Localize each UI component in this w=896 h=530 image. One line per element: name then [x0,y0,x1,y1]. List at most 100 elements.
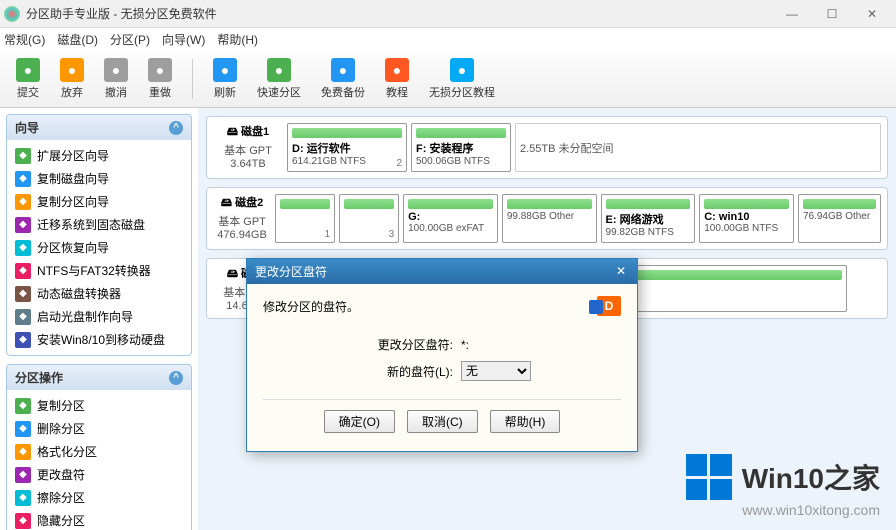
dialog-title-text: 更改分区盘符 [255,263,327,280]
new-letter-select[interactable]: 无 [461,361,531,381]
item-label: 复制磁盘向导 [37,170,109,187]
app-icon [4,6,20,22]
current-letter-row: 更改分区盘符: *: [353,336,621,353]
disk-info: 🖴 磁盘2基本 GPT476.94GB [213,194,271,243]
current-letter-label: 更改分区盘符: [353,336,453,353]
menubar: 常规(G) 磁盘(D) 分区(P) 向导(W) 帮助(H) [0,28,896,50]
panel-item[interactable]: ◆ 复制分区 [11,394,187,417]
item-label: 复制分区向导 [37,193,109,210]
disk-row[interactable]: 🖴 磁盘2基本 GPT476.94GB 1 3 G: 100.00GB exFA… [206,187,888,250]
item-icon: ◆ [15,148,31,164]
menu-partition[interactable]: 分区(P) [110,31,150,48]
dialog-titlebar: 更改分区盘符 ✕ [247,259,637,284]
new-letter-row: 新的盘符(L): 无 [353,361,621,381]
dialog-body: 修改分区的盘符。 D 更改分区盘符: *: 新的盘符(L): 无 确定(O) 取… [247,284,637,451]
item-icon: ◆ [15,398,31,414]
toolbar-撤消[interactable]: ●撤消 [98,56,134,102]
panel-item[interactable]: ◆安装Win8/10到移动硬盘 [11,328,187,351]
ops-items: ◆复制分区◆删除分区◆格式化分区◆更改盘符◆擦除分区◆隐藏分区◆检查分区◆属性 [7,390,191,530]
wizard-items: ◆扩展分区向导◆复制磁盘向导◆复制分区向导◆迁移系统到固态磁盘◆分区恢复向导◆N… [7,140,191,355]
menu-help[interactable]: 帮助(H) [217,31,258,48]
maximize-button[interactable]: ☐ [812,1,852,27]
ok-button[interactable]: 确定(O) [324,410,395,433]
current-letter-value: *: [461,338,469,352]
item-label: 隐藏分区 [37,512,85,529]
panel-item[interactable]: ◆ 隐藏分区 [11,509,187,530]
unallocated[interactable]: 2.55TB 未分配空间 [515,123,881,172]
panel-item[interactable]: ◆ 迁移系统到固态磁盘 [11,213,187,236]
ops-panel-title: 分区操作 [15,369,63,386]
item-icon: ◆ [15,240,31,256]
panel-item[interactable]: ◆启动光盘制作向导 [11,305,187,328]
item-icon: ◆ [15,286,31,302]
panel-item[interactable]: ◆复制磁盘向导 [11,167,187,190]
panel-item[interactable]: ◆ 擦除分区 [11,486,187,509]
item-icon: ◆ [15,263,31,279]
panel-item[interactable]: ◆分区恢复向导 [11,236,187,259]
wizard-panel-header[interactable]: 向导 ^ [7,115,191,140]
item-label: 格式化分区 [37,443,97,460]
item-icon: ◆ [15,490,31,506]
panel-item[interactable]: ◆ 扩展分区向导 [11,144,187,167]
item-label: 扩展分区向导 [37,147,109,164]
panel-item[interactable]: ◆删除分区 [11,417,187,440]
minimize-button[interactable]: — [772,1,812,27]
panel-item[interactable]: ◆ 动态磁盘转换器 [11,282,187,305]
partition[interactable]: 76.94GB Other [798,194,881,243]
item-label: 删除分区 [37,420,85,437]
window-controls: — ☐ ✕ [772,1,892,27]
panel-item[interactable]: ◆更改盘符 [11,463,187,486]
ops-panel: 分区操作 ^ ◆复制分区◆删除分区◆格式化分区◆更改盘符◆擦除分区◆隐藏分区◆检… [6,364,192,530]
panel-item[interactable]: ◆格式化分区 [11,440,187,463]
partition[interactable]: D: 运行软件 614.21GB NTFS 2 [287,123,407,172]
help-button[interactable]: 帮助(H) [490,410,561,433]
toolbar-无损分区教程[interactable]: ●无损分区教程 [423,56,501,102]
item-icon: ◆ [15,217,31,233]
partition[interactable]: 3 [339,194,399,243]
dialog-form: 更改分区盘符: *: 新的盘符(L): 无 [353,336,621,381]
collapse-icon: ^ [169,371,183,385]
window-title: 分区助手专业版 - 无损分区免费软件 [26,5,772,22]
menu-general[interactable]: 常规(G) [4,31,45,48]
dialog-close-button[interactable]: ✕ [613,264,629,280]
toolbar-教程[interactable]: ●教程 [379,56,415,102]
partition[interactable]: G: 100.00GB exFAT [403,194,498,243]
item-label: NTFS与FAT32转换器 [37,262,151,279]
item-icon: ◆ [15,194,31,210]
watermark: Win10之家 www.win10xitong.com [686,454,880,518]
collapse-icon: ^ [169,121,183,135]
toolbar-重做[interactable]: ●重做 [142,56,178,102]
toolbar-刷新[interactable]: ●刷新 [207,56,243,102]
ops-panel-header[interactable]: 分区操作 ^ [7,365,191,390]
item-icon: ◆ [15,513,31,529]
toolbar-快速分区[interactable]: ●快速分区 [251,56,307,102]
partition[interactable]: 99.88GB Other [502,194,597,243]
disk-row[interactable]: 🖴 磁盘1基本 GPT3.64TB D: 运行软件 614.21GB NTFS … [206,116,888,179]
toolbar-免费备份[interactable]: ●免费备份 [315,56,371,102]
item-label: 启动光盘制作向导 [37,308,133,325]
close-button[interactable]: ✕ [852,1,892,27]
cancel-button[interactable]: 取消(C) [407,410,478,433]
toolbar-放弃[interactable]: ●放弃 [54,56,90,102]
panel-item[interactable]: ◆ NTFS与FAT32转换器 [11,259,187,282]
menu-disk[interactable]: 磁盘(D) [57,31,98,48]
item-label: 复制分区 [37,397,85,414]
toolbar-提交[interactable]: ●提交 [10,56,46,102]
partition[interactable]: C: win10 100.00GB NTFS [699,194,794,243]
dialog-description: 修改分区的盘符。 [263,298,359,315]
panel-item[interactable]: ◆ 复制分区向导 [11,190,187,213]
windows-logo-icon [686,454,732,500]
toolbar: ●提交●放弃●撤消●重做 ●刷新●快速分区●免费备份●教程●无损分区教程 [0,50,896,108]
item-label: 擦除分区 [37,489,85,506]
drive-letter-icon: D [597,296,621,316]
item-label: 迁移系统到固态磁盘 [37,216,145,233]
sidebar: 向导 ^ ◆扩展分区向导◆复制磁盘向导◆复制分区向导◆迁移系统到固态磁盘◆分区恢… [0,108,198,530]
partition[interactable]: F: 安装程序 500.06GB NTFS [411,123,511,172]
partition[interactable]: 1 [275,194,335,243]
menu-wizard[interactable]: 向导(W) [162,31,205,48]
partition[interactable]: E: 网络游戏 99.82GB NTFS [601,194,696,243]
item-label: 动态磁盘转换器 [37,285,121,302]
item-label: 更改盘符 [37,466,85,483]
dialog-buttons: 确定(O) 取消(C) 帮助(H) [263,399,621,439]
new-letter-label: 新的盘符(L): [353,363,453,380]
